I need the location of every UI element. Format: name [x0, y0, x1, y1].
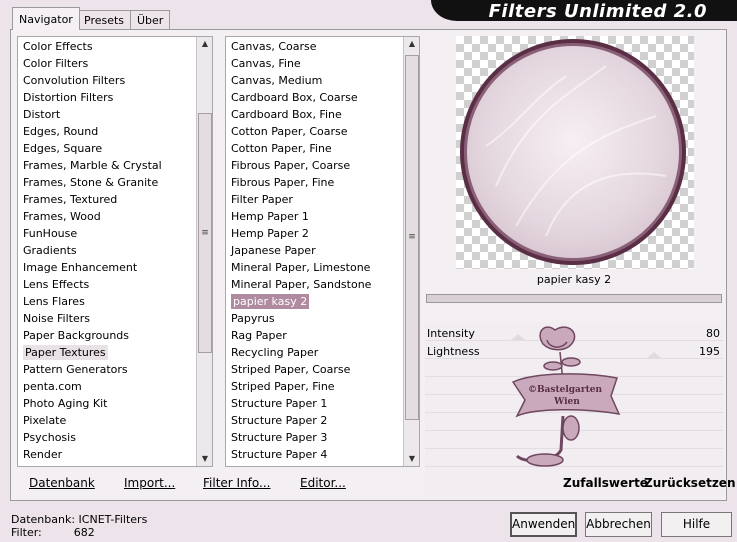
preview-frame [460, 39, 686, 265]
filter-info-button[interactable]: Filter Info... [203, 476, 270, 490]
status-database: Datenbank: ICNET-Filters [11, 513, 148, 526]
parameter-area: Intensity 80 Lightness 195 ©Bastelgarten… [425, 322, 723, 495]
database-button[interactable]: Datenbank [29, 476, 95, 490]
filter-item[interactable]: Japanese Paper [226, 242, 419, 259]
category-item[interactable]: Lens Flares [18, 293, 212, 310]
filter-item[interactable]: Canvas, Fine [226, 55, 419, 72]
category-item[interactable]: Pixelate [18, 412, 212, 429]
category-item[interactable]: Psychosis [18, 429, 212, 446]
category-item[interactable]: Color Filters [18, 55, 212, 72]
status-filter-count: Filter: 682 [11, 526, 95, 539]
filter-item[interactable]: Cotton Paper, Fine [226, 140, 419, 157]
title-banner: Filters Unlimited 2.0 [431, 0, 737, 22]
category-item[interactable]: Convolution Filters [18, 72, 212, 89]
watermark-flower-image: ©Bastelgarten Wien [511, 326, 621, 467]
filter-item[interactable]: Rag Paper [226, 327, 419, 344]
preview-slider[interactable] [426, 294, 722, 303]
category-item[interactable]: FunHouse [18, 225, 212, 242]
filter-item[interactable]: Structure Paper 1 [226, 395, 419, 412]
tab-presets[interactable]: Presets [77, 10, 132, 29]
filter-item[interactable]: Papyrus [226, 310, 419, 327]
category-item[interactable]: Pattern Generators [18, 361, 212, 378]
selected-filter-name: papier kasy 2 [536, 273, 612, 286]
filter-item[interactable]: papier kasy 2 [226, 293, 419, 310]
param-intensity-label: Intensity [427, 327, 475, 340]
category-list[interactable]: Color Effects Color Filters Convolution Fi… [17, 36, 213, 467]
import-button[interactable]: Import... [124, 476, 175, 490]
filter-item[interactable]: Hemp Paper 1 [226, 208, 419, 225]
filter-item[interactable]: Hemp Paper 2 [226, 225, 419, 242]
scroll-down-icon[interactable]: ▼ [404, 452, 420, 466]
param-lightness-label: Lightness [427, 345, 480, 358]
svg-text:©Bastelgarten: ©Bastelgarten [528, 385, 603, 395]
preview-image [456, 36, 694, 269]
param-intensity-value[interactable]: 80 [706, 327, 720, 340]
filter-item[interactable]: Fibrous Paper, Coarse [226, 157, 419, 174]
filter-item[interactable]: Striped Paper, Fine [226, 378, 419, 395]
scroll-down-icon[interactable]: ▼ [197, 452, 213, 466]
lightness-slider-thumb[interactable] [647, 352, 661, 358]
filter-item[interactable]: Recycling Paper [226, 344, 419, 361]
scroll-thumb[interactable]: ≡ [405, 55, 419, 420]
filter-item[interactable]: Striped Paper, Coarse [226, 361, 419, 378]
filter-item[interactable]: Structure Paper 2 [226, 412, 419, 429]
category-item[interactable]: penta.com [18, 378, 212, 395]
reset-button[interactable]: Zurücksetzen [644, 476, 735, 490]
svg-text:Wien: Wien [553, 397, 580, 407]
category-item[interactable]: Edges, Square [18, 140, 212, 157]
category-item[interactable]: Gradients [18, 242, 212, 259]
filter-item[interactable]: Mineral Paper, Sandstone [226, 276, 419, 293]
category-item[interactable]: Image Enhancement [18, 259, 212, 276]
category-item[interactable]: Frames, Stone & Granite [18, 174, 212, 191]
category-item[interactable]: Frames, Wood [18, 208, 212, 225]
help-button[interactable]: Hilfe [661, 512, 732, 537]
scroll-up-icon[interactable]: ▲ [404, 37, 420, 51]
category-item[interactable]: Frames, Textured [18, 191, 212, 208]
apply-button[interactable]: Anwenden [510, 512, 577, 537]
editor-button[interactable]: Editor... [300, 476, 346, 490]
filter-item[interactable]: Filter Paper [226, 191, 419, 208]
tab-navigator[interactable]: Navigator [12, 7, 80, 30]
filter-item[interactable]: Cardboard Box, Coarse [226, 89, 419, 106]
category-item[interactable]: Paper Textures [18, 344, 212, 361]
cancel-button[interactable]: Abbrechen [585, 512, 652, 537]
category-item[interactable]: Color Effects [18, 38, 212, 55]
category-scrollbar[interactable]: ▲ ≡ ▼ [196, 37, 212, 466]
category-item[interactable]: Photo Aging Kit [18, 395, 212, 412]
filter-scrollbar[interactable]: ▲ ≡ ▼ [403, 37, 419, 466]
tab-uber[interactable]: Über [130, 10, 171, 29]
filter-list[interactable]: Canvas, Coarse Canvas, Fine Canvas, Medium… [225, 36, 420, 467]
category-item[interactable]: Lens Effects [18, 276, 212, 293]
scroll-up-icon[interactable]: ▲ [197, 37, 213, 51]
filter-item[interactable]: Mineral Paper, Limestone [226, 259, 419, 276]
scroll-thumb[interactable]: ≡ [198, 113, 212, 353]
filter-item[interactable]: Cotton Paper, Coarse [226, 123, 419, 140]
category-item[interactable]: Frames, Marble & Crystal [18, 157, 212, 174]
randomize-button[interactable]: Zufallswerte [563, 476, 648, 490]
filter-item[interactable]: Structure Paper 4 [226, 446, 419, 463]
param-lightness-value[interactable]: 195 [699, 345, 720, 358]
category-item[interactable]: Edges, Round [18, 123, 212, 140]
filter-item[interactable]: Structure Paper 3 [226, 429, 419, 446]
category-item[interactable]: Paper Backgrounds [18, 327, 212, 344]
filter-item[interactable]: Canvas, Coarse [226, 38, 419, 55]
filter-item[interactable]: Fibrous Paper, Fine [226, 174, 419, 191]
category-item[interactable]: Render [18, 446, 212, 463]
filter-item[interactable]: Canvas, Medium [226, 72, 419, 89]
category-item[interactable]: Distort [18, 106, 212, 123]
category-item[interactable]: Noise Filters [18, 310, 212, 327]
filter-item[interactable]: Cardboard Box, Fine [226, 106, 419, 123]
app-title: Filters Unlimited 2.0 [488, 1, 707, 22]
category-item[interactable]: Distortion Filters [18, 89, 212, 106]
